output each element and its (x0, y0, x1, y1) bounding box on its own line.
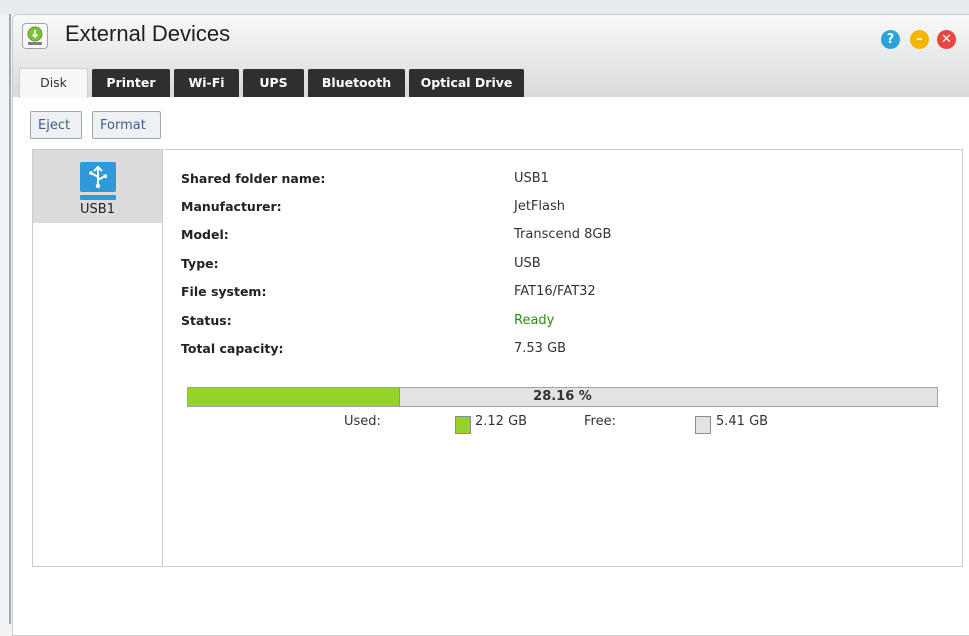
detail-value: Transcend 8GB (514, 227, 612, 242)
detail-label: Manufacturer: (181, 199, 282, 214)
tab-bluetooth[interactable]: Bluetooth (308, 69, 405, 97)
detail-value: 7.53 GB (514, 341, 567, 356)
detail-row-shared-folder: Shared folder name: USB1 (181, 171, 941, 189)
free-legend-label: Free: (584, 414, 616, 429)
detail-row-status: Status: Ready (181, 313, 941, 331)
minimize-icon[interactable]: – (910, 30, 929, 49)
detail-label: Model: (181, 227, 229, 242)
free-color-swatch (695, 416, 711, 434)
capacity-bar: 28.16 % (187, 387, 938, 407)
detail-value: FAT16/FAT32 (514, 284, 596, 299)
format-button[interactable]: Format (92, 111, 161, 139)
detail-label: Shared folder name: (181, 171, 326, 186)
tab-printer[interactable]: Printer (92, 69, 170, 97)
device-details-panel: Shared folder name: USB1 Manufacturer: J… (164, 149, 963, 567)
device-item-usb1[interactable]: USB1 (33, 150, 162, 223)
close-icon[interactable]: ✕ (937, 30, 956, 49)
tab-optical-drive[interactable]: Optical Drive (409, 69, 524, 97)
detail-row-manufacturer: Manufacturer: JetFlash (181, 199, 941, 217)
detail-label: Status: (181, 313, 232, 328)
detail-label: File system: (181, 284, 267, 299)
title-bar[interactable]: External Devices ? – ✕ (13, 15, 969, 57)
detail-value: USB1 (514, 171, 549, 186)
tab-disk[interactable]: Disk (19, 68, 88, 98)
detail-label: Type: (181, 256, 219, 271)
help-icon[interactable]: ? (881, 30, 900, 49)
tab-bar: Disk Printer Wi-Fi UPS Bluetooth Optical… (13, 57, 969, 98)
tab-wifi[interactable]: Wi-Fi (174, 69, 239, 97)
usb-drive-icon (80, 162, 116, 200)
detail-row-model: Model: Transcend 8GB (181, 227, 941, 245)
detail-row-file-system: File system: FAT16/FAT32 (181, 284, 941, 302)
detail-label: Total capacity: (181, 341, 284, 356)
device-label: USB1 (80, 202, 115, 217)
detail-row-total-capacity: Total capacity: 7.53 GB (181, 341, 941, 359)
external-devices-window: External Devices ? – ✕ Disk Printer Wi-F… (12, 14, 969, 636)
external-devices-app-icon (22, 23, 48, 49)
window-title: External Devices (65, 21, 231, 46)
tab-ups[interactable]: UPS (243, 69, 304, 97)
detail-row-type: Type: USB (181, 256, 941, 274)
used-legend-value: 2.12 GB (475, 414, 528, 429)
eject-button[interactable]: Eject (30, 111, 82, 139)
device-list: USB1 (32, 149, 163, 567)
desktop-top-strip (0, 0, 969, 14)
used-color-swatch (455, 416, 471, 434)
capacity-percent-text: 28.16 % (533, 389, 592, 404)
detail-value: JetFlash (514, 199, 565, 214)
detail-value: USB (514, 256, 541, 271)
used-legend-label: Used: (344, 414, 381, 429)
status-value: Ready (514, 313, 555, 328)
desktop-divider (9, 14, 11, 624)
free-legend-value: 5.41 GB (716, 414, 769, 429)
